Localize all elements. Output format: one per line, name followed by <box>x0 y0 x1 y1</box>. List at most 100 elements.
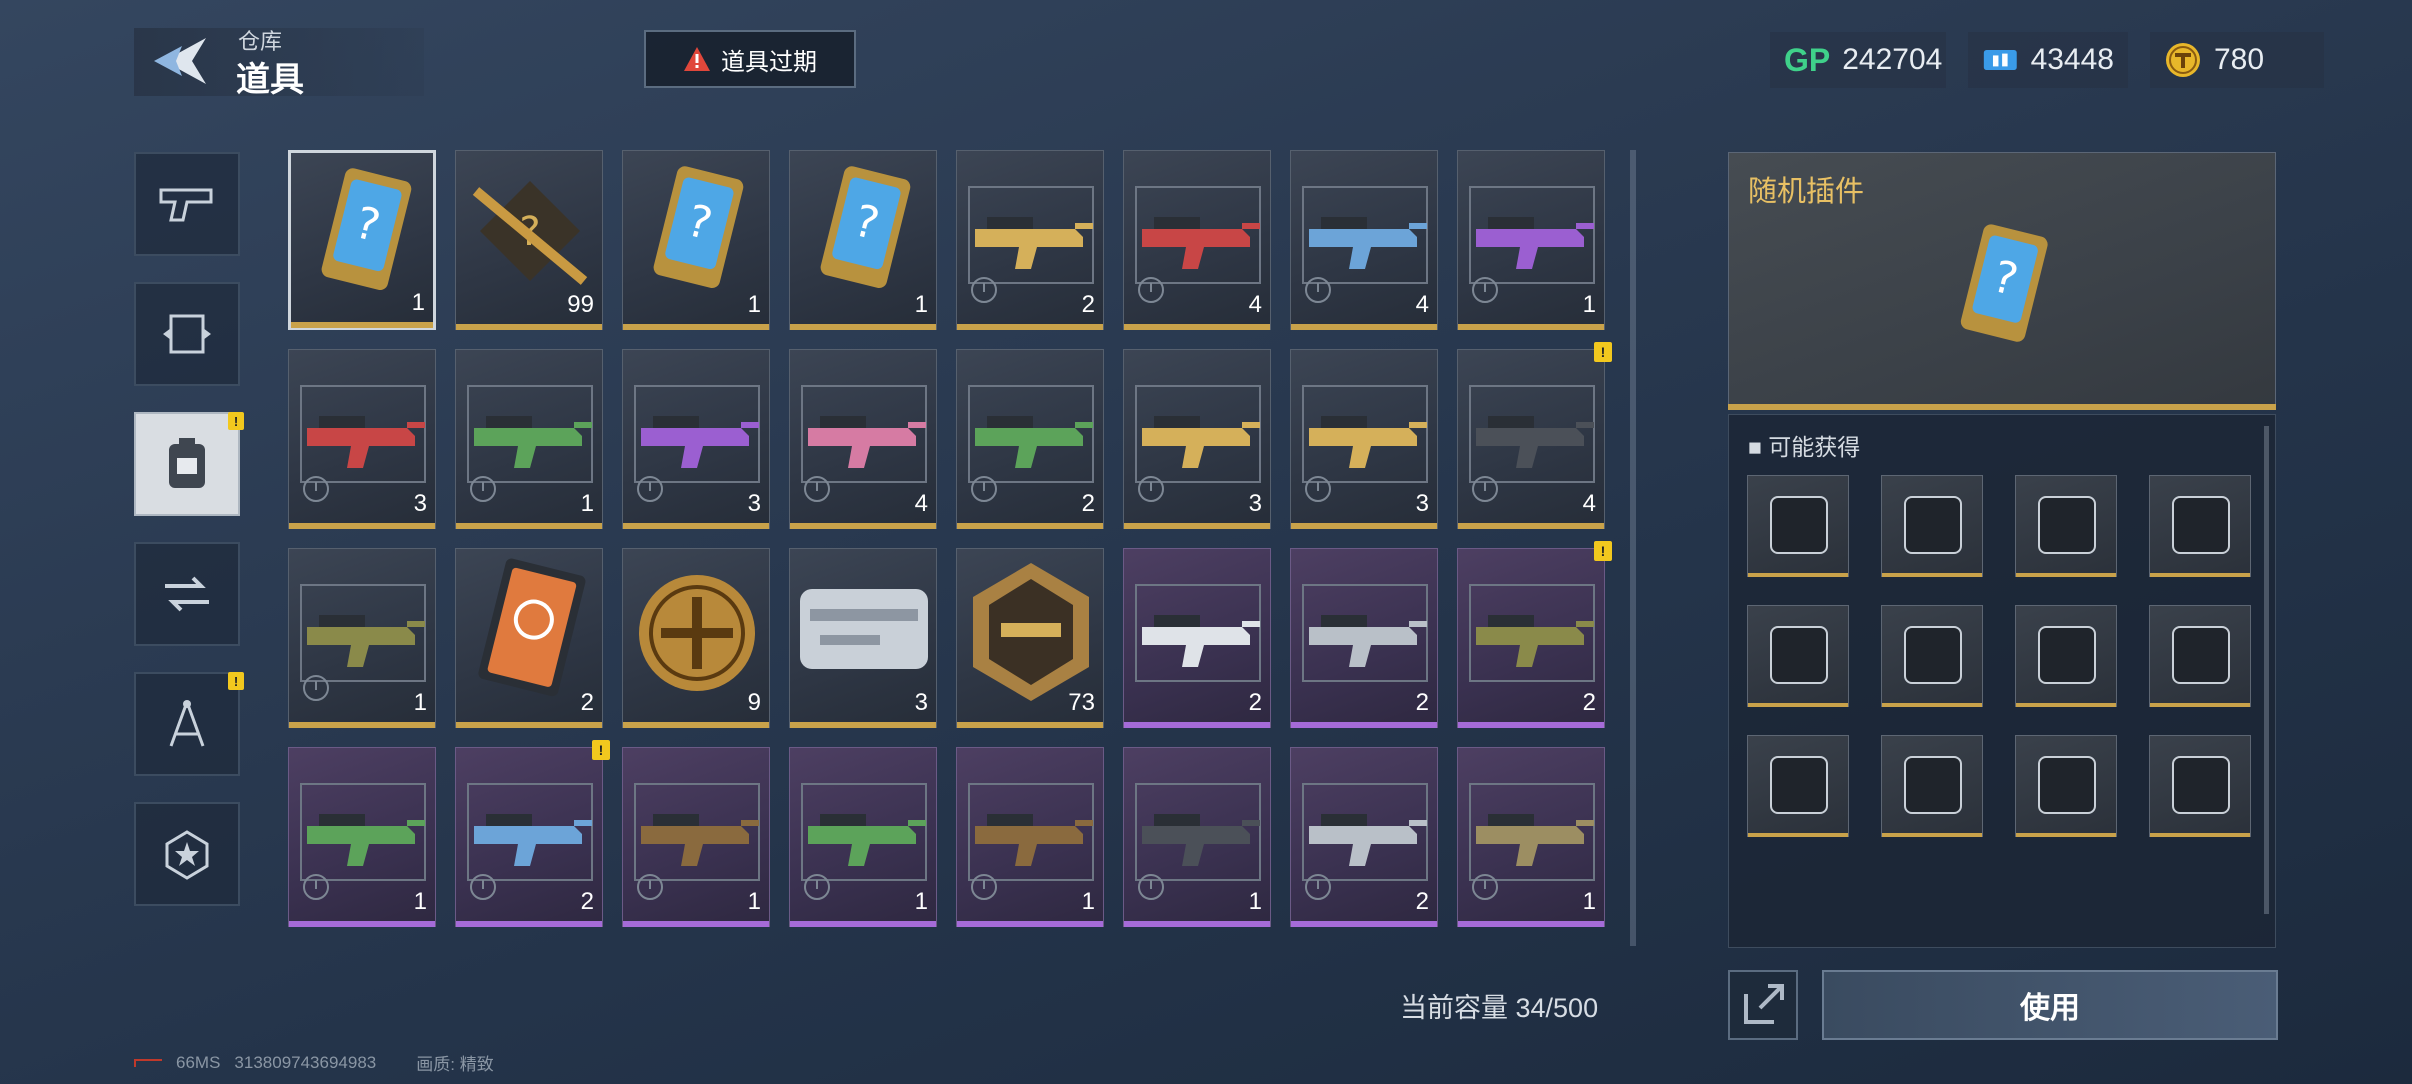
inventory-slot[interactable]: 4! <box>1457 342 1612 529</box>
inventory-slot[interactable]: ? 1 <box>288 150 436 330</box>
currency-coin: 780 <box>2150 32 2324 88</box>
rarity-bar <box>2150 573 2250 577</box>
inventory-slot[interactable]: 3 <box>1290 349 1438 529</box>
inventory-slot[interactable]: ? 1 <box>789 150 937 330</box>
inventory-slot[interactable]: 4 <box>789 349 937 529</box>
possible-drop-slot[interactable] <box>1747 605 1849 707</box>
tab-rewards[interactable] <box>134 802 240 906</box>
possible-drop-slot[interactable] <box>2015 475 2117 577</box>
currency-ticket: 43448 <box>1968 32 2128 88</box>
inventory-slot[interactable]: 2 <box>455 548 603 728</box>
inventory-slot[interactable]: 1 <box>956 747 1104 927</box>
drops-scrollbar[interactable] <box>2264 426 2269 914</box>
item-count: 4 <box>1582 490 1596 517</box>
inventory-slot[interactable]: 9 <box>622 548 770 728</box>
possible-drop-slot[interactable] <box>2149 475 2251 577</box>
rarity-bar <box>289 722 435 728</box>
rarity-bar <box>1291 921 1437 927</box>
timer-icon <box>1472 874 1498 900</box>
inventory-slot[interactable]: 2 <box>1123 548 1271 728</box>
use-button[interactable]: 使用 <box>1822 970 2278 1040</box>
inventory-slot[interactable]: 2! <box>455 740 610 927</box>
inventory-slot[interactable]: 1 <box>789 747 937 927</box>
rarity-bar <box>623 921 769 927</box>
share-button[interactable] <box>1728 970 1798 1040</box>
possible-drop-slot[interactable] <box>1747 475 1849 577</box>
possible-drop-slot[interactable] <box>2149 605 2251 707</box>
rarity-bar <box>2016 833 2116 837</box>
capacity-label: 当前容量 34/500 <box>1400 993 1599 1023</box>
rarity-bar <box>623 324 769 330</box>
rarity-bar <box>289 921 435 927</box>
inventory-slot[interactable]: 3 <box>288 349 436 529</box>
rarity-bar <box>1748 833 1848 837</box>
timer-icon <box>1305 874 1331 900</box>
item-count: 3 <box>1248 490 1262 517</box>
item-count: 4 <box>1415 291 1429 318</box>
share-icon <box>1744 984 1784 1024</box>
inventory-slot[interactable]: 73 <box>956 548 1104 728</box>
possible-drop-slot[interactable] <box>1881 605 1983 707</box>
rarity-bar <box>2150 833 2250 837</box>
timer-icon <box>1138 874 1164 900</box>
use-button-label: 使用 <box>2020 992 2080 1025</box>
inventory-slot[interactable]: 2 <box>1290 747 1438 927</box>
item-count: 4 <box>1248 291 1262 318</box>
plugin-ammo-icon <box>2038 496 2096 554</box>
inventory-slot[interactable]: 2 <box>956 150 1104 330</box>
rarity-bar <box>790 523 936 529</box>
grid-scrollbar[interactable] <box>1630 150 1636 946</box>
timer-icon <box>470 476 496 502</box>
inventory-slot[interactable]: ?99 <box>455 150 603 330</box>
inventory-slot[interactable]: 2! <box>1457 541 1612 728</box>
inventory-slot[interactable]: 1 <box>1123 747 1271 927</box>
rarity-bar <box>623 523 769 529</box>
possible-drop-slot[interactable] <box>1881 475 1983 577</box>
item-count: 3 <box>914 689 928 716</box>
inventory-slot[interactable]: 1 <box>455 349 603 529</box>
rarity-bar <box>2016 703 2116 707</box>
tab-blueprints[interactable]: ! <box>134 672 244 776</box>
inventory-slot[interactable]: ? 1 <box>622 150 770 330</box>
inventory-slot[interactable]: 4 <box>1290 150 1438 330</box>
inventory-slot[interactable]: 3 <box>622 349 770 529</box>
possible-drop-slot[interactable] <box>1747 735 1849 837</box>
star-badge-icon <box>165 830 209 880</box>
back-button[interactable] <box>150 30 216 92</box>
inventory-slot[interactable]: 3 <box>789 548 937 728</box>
inventory-slot[interactable]: 1 <box>288 747 436 927</box>
item-count: 2 <box>580 888 594 915</box>
rarity-bar <box>1124 722 1270 728</box>
inventory-slot[interactable]: 1 <box>288 548 436 728</box>
item-count: 3 <box>1415 490 1429 517</box>
signal-icon <box>134 1058 162 1067</box>
tab-exchange[interactable] <box>134 542 240 646</box>
possible-drop-slot[interactable] <box>2149 735 2251 837</box>
inventory-slot[interactable]: 4 <box>1123 150 1271 330</box>
timer-icon <box>804 874 830 900</box>
tab-skins[interactable] <box>134 282 240 386</box>
pistol-icon <box>159 188 213 222</box>
inventory-slot[interactable]: 2 <box>956 349 1104 529</box>
possible-drop-slot[interactable] <box>2015 605 2117 707</box>
plugin-scope-icon <box>2172 496 2230 554</box>
inventory-slot[interactable]: 1 <box>1457 150 1605 330</box>
inventory-slot[interactable]: 1 <box>1457 747 1605 927</box>
expired-items-button[interactable]: 道具过期 <box>644 30 856 88</box>
expired-items-label: 道具过期 <box>721 48 817 76</box>
tab-items[interactable]: ! <box>134 412 244 516</box>
item-count: 2 <box>1415 888 1429 915</box>
inventory-slot[interactable]: 1 <box>622 747 770 927</box>
inventory-slot[interactable]: 2 <box>1290 548 1438 728</box>
item-count: 1 <box>1582 888 1596 915</box>
possible-drop-slot[interactable] <box>2015 735 2117 837</box>
possible-drop-slot[interactable] <box>1881 735 1983 837</box>
currency-coin-value: 780 <box>2214 43 2265 76</box>
plugin-burst-icon <box>1770 496 1828 554</box>
coin-icon <box>2166 43 2200 77</box>
timer-icon <box>1305 476 1331 502</box>
tab-weapons[interactable] <box>134 152 240 256</box>
inventory-slot[interactable]: 3 <box>1123 349 1271 529</box>
rarity-bar <box>1728 404 2276 410</box>
rarity-bar <box>1748 573 1848 577</box>
